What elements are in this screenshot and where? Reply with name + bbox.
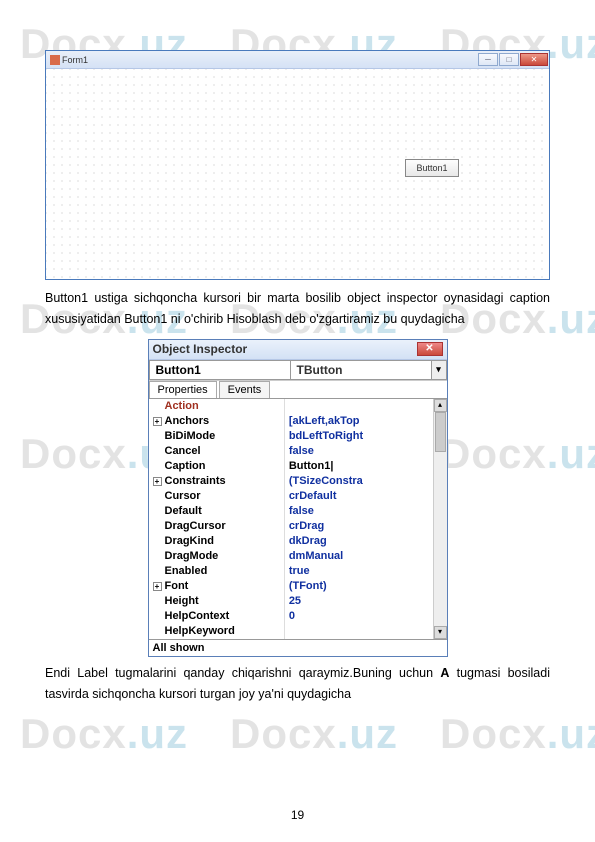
property-value[interactable]: 0 [285,609,433,624]
oi-selected-name: Button1 [149,360,290,380]
expand-icon[interactable]: + [153,417,162,426]
property-row[interactable]: CaptionButton1| [149,459,433,474]
oi-component-selector[interactable]: Button1 TButton ▾ [149,360,447,381]
watermark: Docx.uz [230,710,398,758]
property-value[interactable]: (TFont) [285,579,433,594]
app-icon [50,55,60,65]
property-name: +Anchors [149,414,285,429]
expand-icon[interactable]: + [153,582,162,591]
property-row[interactable]: Height25 [149,594,433,609]
paragraph-2: Endi Label tugmalarini qanday chiqarishn… [45,663,550,706]
property-row[interactable]: Defaultfalse [149,504,433,519]
property-name: HelpContext [149,609,285,624]
property-name: HelpKeyword [149,624,285,639]
window-controls: ─ □ ✕ [478,53,549,66]
property-name: +Constraints [149,474,285,489]
form1-title: Form1 [50,55,88,65]
property-row[interactable]: Enabledtrue [149,564,433,579]
property-value[interactable]: true [285,564,433,579]
property-name: DragKind [149,534,285,549]
property-row[interactable]: BiDiModebdLeftToRight [149,429,433,444]
property-row[interactable]: DragCursorcrDrag [149,519,433,534]
property-value[interactable]: bdLeftToRight [285,429,433,444]
oi-property-grid[interactable]: Action+Anchors[akLeft,akTopBiDiModebdLef… [149,399,433,639]
property-name: Cursor [149,489,285,504]
property-row[interactable]: +Constraints(TSizeConstra [149,474,433,489]
scroll-up-icon[interactable]: ▴ [434,399,447,412]
property-name: DragCursor [149,519,285,534]
property-value[interactable]: Button1| [285,459,433,474]
scroll-thumb[interactable] [435,412,446,452]
property-value[interactable] [285,624,433,639]
paragraph-1: Button1 ustiga sichqoncha kursori bir ma… [45,288,550,331]
oi-close-button[interactable]: ✕ [417,342,443,356]
property-value[interactable]: dmManual [285,549,433,564]
property-row[interactable]: HelpContext0 [149,609,433,624]
property-name: Default [149,504,285,519]
page-number: 19 [0,808,595,822]
property-name: +Font [149,579,285,594]
property-value[interactable]: crDrag [285,519,433,534]
property-row[interactable]: DragKinddkDrag [149,534,433,549]
object-inspector: Object Inspector ✕ Button1 TButton ▾ Pro… [148,339,448,657]
oi-titlebar: Object Inspector ✕ [149,340,447,360]
property-name: DragMode [149,549,285,564]
form1-window: Form1 ─ □ ✕ Button1 [45,50,550,280]
property-row[interactable]: +Font(TFont) [149,579,433,594]
property-row[interactable]: DragModedmManual [149,549,433,564]
property-value[interactable]: crDefault [285,489,433,504]
close-button[interactable]: ✕ [520,53,548,66]
button1[interactable]: Button1 [405,159,459,177]
maximize-button[interactable]: □ [499,53,519,66]
oi-scrollbar[interactable]: ▴ ▾ [433,399,447,639]
property-value[interactable]: 25 [285,594,433,609]
oi-status: All shown [149,639,447,656]
scroll-down-icon[interactable]: ▾ [434,626,447,639]
property-name: Caption [149,459,285,474]
property-row[interactable]: Action [149,399,433,414]
property-value[interactable]: (TSizeConstra [285,474,433,489]
property-name: BiDiMode [149,429,285,444]
property-name: Action [149,399,285,414]
oi-title: Object Inspector [153,342,248,356]
expand-icon[interactable]: + [153,477,162,486]
property-row[interactable]: Cancelfalse [149,444,433,459]
property-value[interactable]: dkDrag [285,534,433,549]
property-row[interactable]: CursorcrDefault [149,489,433,504]
property-value[interactable]: false [285,444,433,459]
property-row[interactable]: +Anchors[akLeft,akTop [149,414,433,429]
watermark: Docx.uz [440,710,595,758]
property-name: Enabled [149,564,285,579]
tab-properties[interactable]: Properties [149,381,217,398]
dropdown-icon[interactable]: ▾ [431,360,447,380]
property-name: Cancel [149,444,285,459]
property-name: Height [149,594,285,609]
oi-selected-type: TButton [290,360,431,380]
property-row[interactable]: HelpKeyword [149,624,433,639]
watermark: Docx.uz [20,710,188,758]
oi-tabs: Properties Events [149,381,447,399]
tab-events[interactable]: Events [219,381,271,398]
form1-canvas[interactable]: Button1 [46,69,549,279]
form1-titlebar: Form1 ─ □ ✕ [46,51,549,69]
property-value[interactable]: [akLeft,akTop [285,414,433,429]
property-value[interactable] [285,399,433,414]
property-value[interactable]: false [285,504,433,519]
minimize-button[interactable]: ─ [478,53,498,66]
